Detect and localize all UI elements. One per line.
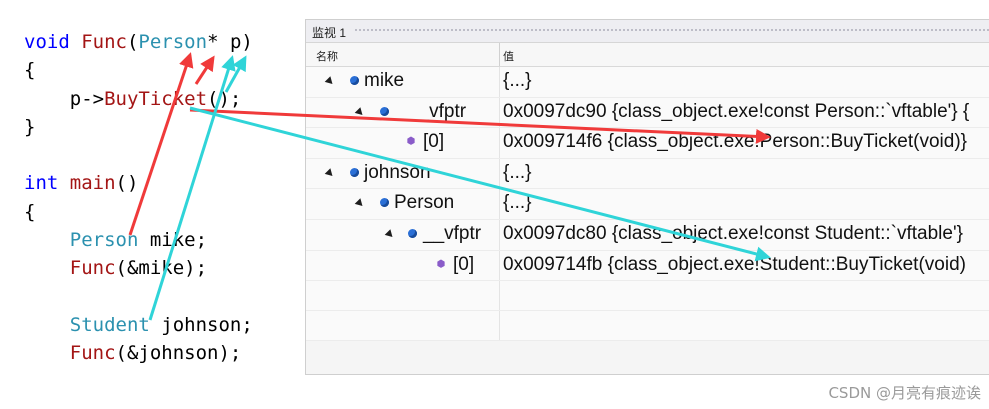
arrow-person-buyticket xyxy=(189,108,771,144)
arrow-mike-to-param xyxy=(128,52,194,236)
arrow-red-short xyxy=(194,55,215,85)
arrow-johnson-to-param xyxy=(148,55,236,321)
arrow-student-buyticket xyxy=(189,106,771,262)
annotation-arrows xyxy=(128,52,771,321)
